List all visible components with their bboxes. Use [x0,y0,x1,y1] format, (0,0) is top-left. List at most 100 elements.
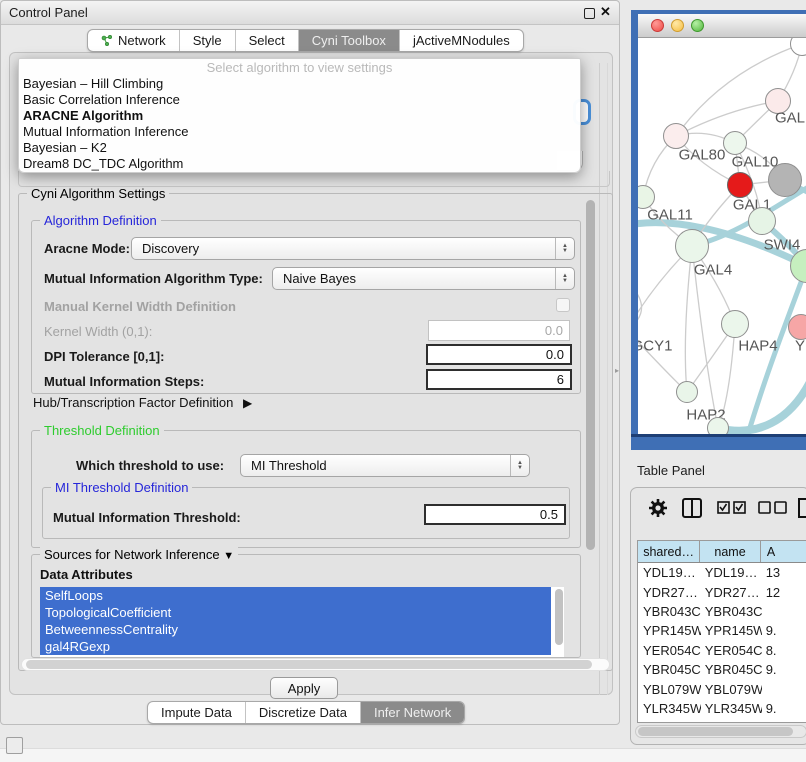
tab-label: Infer Network [374,705,451,720]
tab-discretize-data[interactable]: Discretize Data [246,702,361,723]
close-traffic-light[interactable] [651,19,664,32]
table-row[interactable]: YBL079WYBL079W [638,679,806,698]
kernel-width-field[interactable]: 0.0 [428,320,570,341]
table-cell: YDR27… [638,585,701,600]
network-node[interactable] [768,163,802,197]
table-cell: YPR145W [638,623,701,638]
node-label: GCY1 [638,338,672,355]
minimize-traffic-light[interactable] [671,19,684,32]
network-view-window: GALGAL80GAL10GAL1GAL11SWI4GAL4GCY1HAP4YH… [631,10,806,450]
window-frame [631,434,806,450]
table-cell: 9. [762,662,806,677]
table-row[interactable]: YLR345WYLR345W9. [638,699,806,718]
table-header-row: shared…nameA [638,541,806,563]
gear-icon[interactable] [647,497,669,519]
table-row[interactable]: YDR27…YDR27…12 [638,582,806,601]
which-threshold-combobox[interactable]: MI Threshold ▲▼ [240,454,530,477]
group-legend: Threshold Definition [40,423,164,438]
threshold-definition-group: Threshold Definition Which threshold to … [31,430,581,548]
select-all-checkboxes-icon[interactable] [717,501,747,515]
split-pane-handle[interactable]: ▸ [615,366,619,375]
attribute-item-selected[interactable]: TopologicalCoefficient [40,604,551,621]
table-cell: YDL19… [701,565,762,580]
network-node-gal1[interactable] [727,172,753,198]
network-window-titlebar[interactable] [638,14,806,38]
table-cell: YPR145W [701,623,762,638]
float-window-icon[interactable] [584,8,595,19]
table-cell: YBL079W [701,682,762,697]
network-node-gal10[interactable] [723,131,747,155]
node-label: SWI4 [764,237,801,254]
chevron-down-icon[interactable]: ▼ [223,550,234,562]
attribute-item-selected[interactable]: SelfLoops [40,587,551,604]
column-header[interactable]: shared… [638,541,700,562]
tab-infer-network[interactable]: Infer Network [361,702,464,723]
table-row[interactable]: YPR145WYPR145W9. [638,621,806,640]
tab-network[interactable]: Network [88,30,180,51]
zoom-traffic-light[interactable] [691,19,704,32]
list-scrollbar[interactable] [555,589,563,645]
table-cell: 9 [762,720,806,723]
node-label: GAL4 [694,262,732,279]
group-legend: Sources for Network Inference ▼ [40,547,238,562]
mi-steps-field[interactable]: 6 [426,369,572,390]
table-row[interactable]: YBR045CYBR045C9. [638,660,806,679]
network-node-gal80[interactable] [663,123,689,149]
network-node-gal4[interactable] [675,229,709,263]
algorithm-dropdown-popup: Select algorithm to view settings Bayesi… [18,58,581,173]
mi-algorithm-type-combobox[interactable]: Naive Bayes ▲▼ [272,267,575,290]
close-icon[interactable]: ✕ [600,4,611,20]
deselect-all-checkboxes-icon[interactable] [758,501,788,515]
table-row[interactable]: YIL052CYIL052C9 [638,718,806,723]
table-cell: YBR043C [701,604,762,619]
node-label: GAL80 [679,147,726,164]
settings-vertical-scrollbar[interactable] [586,200,595,550]
table-row[interactable]: YBR043CYBR043C [638,602,806,621]
column-header[interactable]: name [700,541,761,562]
tab-style[interactable]: Style [180,30,236,51]
mi-threshold-definition-group: MI Threshold Definition Mutual Informati… [42,487,570,539]
apply-button[interactable]: Apply [270,677,338,699]
control-panel-titlebar: Control Panel ✕ [1,1,619,25]
dpi-tolerance-field[interactable]: 0.0 [426,344,572,365]
algorithm-option[interactable]: Bayesian – Hill Climbing [19,76,580,92]
tab-cyni-toolbox[interactable]: Cyni Toolbox [299,30,400,51]
network-node-hap4[interactable] [721,310,749,338]
manual-kernel-width-checkbox[interactable] [556,298,570,312]
table-row[interactable]: YDL19…YDL19…13 [638,563,806,582]
table-horizontal-scrollbar[interactable] [635,725,806,738]
network-canvas[interactable]: GALGAL80GAL10GAL1GAL11SWI4GAL4GCY1HAP4YH… [638,38,806,434]
node-label: GAL11 [647,207,693,224]
table-cell: YLR345W [701,701,762,716]
collapsed-panel-icon[interactable] [6,737,23,754]
tab-impute-data[interactable]: Impute Data [148,702,246,723]
column-header[interactable]: A [761,541,806,562]
algorithm-option[interactable]: ARACNE Algorithm [19,108,580,124]
settings-horizontal-scrollbar[interactable] [21,658,610,671]
document-icon[interactable] [797,497,806,519]
aracne-mode-combobox[interactable]: Discovery ▲▼ [131,237,575,260]
table-row[interactable]: YER054CYER054C8. [638,641,806,660]
algorithm-option[interactable]: Bayesian – K2 [19,140,580,156]
algorithm-option[interactable]: Basic Correlation Inference [19,92,580,108]
tab-jactivemnodules[interactable]: jActiveMNodules [400,30,523,51]
table-cell: 8. [762,643,806,658]
table-cell: 12 [762,585,806,600]
split-columns-icon[interactable] [681,497,703,519]
group-legend: Cyni Algorithm Settings [27,186,169,201]
table-cell: YBR043C [638,604,701,619]
attribute-table[interactable]: shared…nameA YDL19…YDL19…13YDR27…YDR27…1… [637,540,806,723]
data-attributes-list[interactable]: SelfLoopsTopologicalCoefficientBetweenne… [40,587,564,657]
hub-transcription-factor-expander[interactable]: Hub/Transcription Factor Definition ▶ [33,395,252,410]
attribute-item-selected[interactable]: gal4RGexp [40,638,551,655]
algorithm-option[interactable]: Dream8 DC_TDC Algorithm [19,156,580,172]
network-node-swi4[interactable] [748,207,776,235]
algorithm-option[interactable]: Mutual Information Inference [19,124,580,140]
network-node[interactable] [707,417,729,434]
network-node-hap2[interactable] [676,381,698,403]
network-icon [101,35,113,47]
attribute-item-selected[interactable]: BetweennessCentrality [40,621,551,638]
table-panel-title: Table Panel [637,463,705,478]
mi-threshold-field[interactable]: 0.5 [424,504,566,525]
tab-select[interactable]: Select [236,30,299,51]
